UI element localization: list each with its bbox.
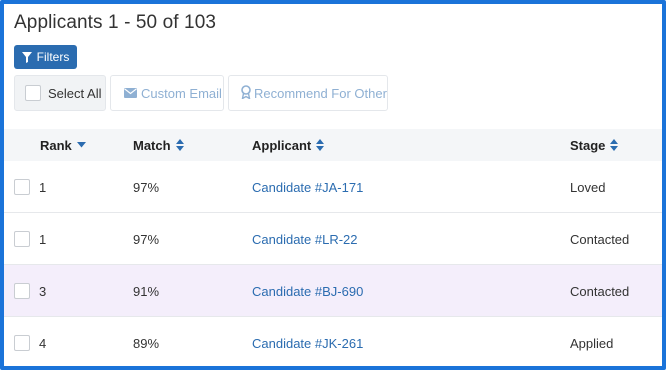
applicant-link[interactable]: Candidate #JK-261 bbox=[252, 317, 363, 366]
stage-cell: Loved bbox=[570, 179, 606, 195]
applicants-panel: Applicants 1 - 50 of 103 Filters Select … bbox=[0, 0, 666, 370]
select-all-label: Select All bbox=[48, 85, 102, 101]
rank-cell: 3 bbox=[39, 283, 47, 299]
stage-cell: Applied bbox=[570, 335, 614, 351]
column-header-match[interactable]: Match bbox=[133, 129, 184, 161]
filters-button[interactable]: Filters bbox=[14, 45, 77, 69]
match-cell: 91% bbox=[133, 283, 160, 299]
select-all-button[interactable]: Select All bbox=[14, 75, 106, 111]
row-checkbox[interactable] bbox=[14, 283, 30, 299]
rank-cell: 1 bbox=[39, 179, 47, 195]
recommend-label: Recommend For Other bbox=[254, 85, 387, 101]
filters-label: Filters bbox=[36, 50, 70, 64]
table-row[interactable]: 1 97% Candidate #JA-171 Loved bbox=[4, 161, 662, 213]
rank-cell: 1 bbox=[39, 231, 47, 247]
select-all-checkbox[interactable] bbox=[25, 85, 41, 101]
applicant-link[interactable]: Candidate #BJ-690 bbox=[252, 265, 363, 317]
stage-header-label: Stage bbox=[570, 137, 606, 153]
match-cell: 97% bbox=[133, 179, 160, 195]
match-cell: 89% bbox=[133, 335, 160, 351]
funnel-icon bbox=[21, 51, 32, 63]
match-cell: 97% bbox=[133, 231, 160, 247]
rank-header-label: Rank bbox=[40, 137, 72, 153]
envelope-icon bbox=[124, 86, 137, 101]
column-header-rank[interactable]: Rank bbox=[40, 129, 86, 161]
table-row[interactable]: 4 89% Candidate #JK-261 Applied bbox=[4, 317, 662, 366]
sort-icon bbox=[175, 139, 184, 151]
applicant-link[interactable]: Candidate #LR-22 bbox=[252, 213, 358, 265]
recommend-for-other-button[interactable]: Recommend For Other bbox=[228, 75, 388, 111]
custom-email-button[interactable]: Custom Email bbox=[110, 75, 224, 111]
award-icon bbox=[241, 84, 251, 102]
sort-icon bbox=[316, 139, 325, 151]
column-header-applicant[interactable]: Applicant bbox=[252, 129, 325, 161]
rank-cell: 4 bbox=[39, 335, 47, 351]
column-header-stage[interactable]: Stage bbox=[570, 129, 619, 161]
custom-email-label: Custom Email bbox=[141, 85, 222, 101]
stage-cell: Contacted bbox=[570, 283, 630, 299]
page-title: Applicants 1 - 50 of 103 bbox=[14, 12, 217, 33]
row-checkbox[interactable] bbox=[14, 179, 30, 195]
table-row[interactable]: 3 91% Candidate #BJ-690 Contacted bbox=[4, 265, 662, 317]
row-checkbox[interactable] bbox=[14, 231, 30, 247]
match-header-label: Match bbox=[133, 137, 171, 153]
sort-icon bbox=[610, 139, 619, 151]
row-checkbox[interactable] bbox=[14, 335, 30, 351]
stage-cell: Contacted bbox=[570, 231, 630, 247]
table-header: Rank Match Applicant Stage bbox=[4, 129, 662, 161]
caret-down-icon bbox=[76, 142, 86, 148]
applicant-header-label: Applicant bbox=[252, 137, 312, 153]
applicant-link[interactable]: Candidate #JA-171 bbox=[252, 161, 363, 213]
table-row[interactable]: 1 97% Candidate #LR-22 Contacted bbox=[4, 213, 662, 265]
